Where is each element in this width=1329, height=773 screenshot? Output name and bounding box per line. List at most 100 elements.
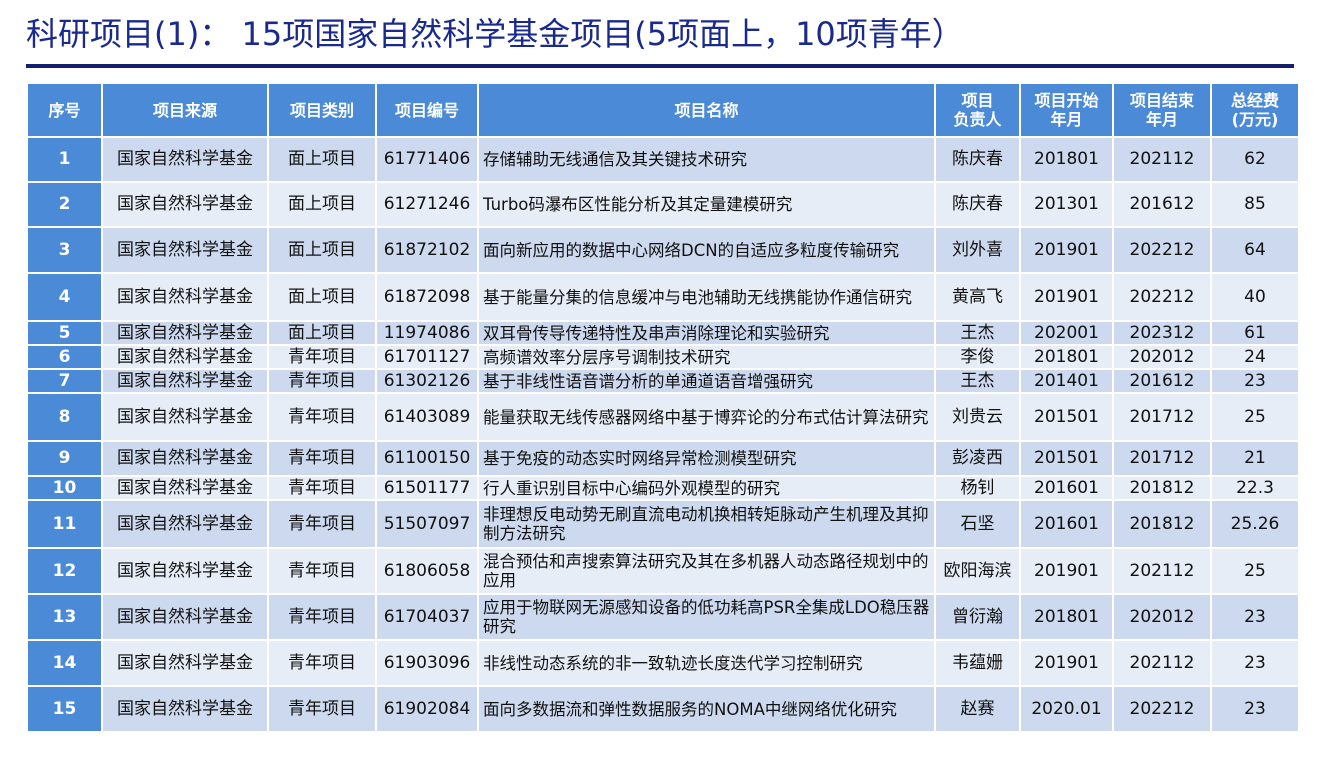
header-start-line1: 项目开始 bbox=[1034, 91, 1099, 110]
cell-source: 国家自然科学基金 bbox=[103, 501, 267, 547]
table-body: 1 国家自然科学基金 面上项目 61771406 存储辅助无线通信及其关键技术研究 陈庆春… bbox=[28, 138, 1298, 731]
table-row: 2 国家自然科学基金 面上项目 61271246 Turbo码瀑布区性能分析及其定量建模… bbox=[28, 183, 1298, 226]
cell-name: 存储辅助无线通信及其关键技术研究 bbox=[479, 138, 934, 181]
table-row: 15 国家自然科学基金 青年项目 61902084 面向多数据流和弹性数据服务的NOMA… bbox=[28, 687, 1298, 731]
header-end-line1: 项目结束 bbox=[1129, 91, 1194, 110]
cell-seq: 12 bbox=[28, 549, 101, 593]
cell-start: 201601 bbox=[1021, 477, 1112, 499]
cell-source: 国家自然科学基金 bbox=[103, 442, 267, 475]
cell-fund: 24 bbox=[1212, 346, 1298, 368]
cell-name: 非理想反电动势无刷直流电动机换相转矩脉动产生机理及其抑制方法研究 bbox=[479, 501, 934, 547]
cell-code: 61704037 bbox=[377, 595, 477, 639]
cell-category: 面上项目 bbox=[269, 228, 375, 272]
table-row: 8 国家自然科学基金 青年项目 61403089 能量获取无线传感器网络中基于博弈论的分… bbox=[28, 394, 1298, 440]
cell-end: 202112 bbox=[1114, 641, 1210, 685]
cell-start: 201901 bbox=[1021, 228, 1112, 272]
cell-start: 201601 bbox=[1021, 501, 1112, 547]
cell-category: 青年项目 bbox=[269, 442, 375, 475]
cell-fund: 23 bbox=[1212, 687, 1298, 731]
cell-start: 201901 bbox=[1021, 641, 1112, 685]
table-row: 11 国家自然科学基金 青年项目 51507097 非理想反电动势无刷直流电动机换相转矩… bbox=[28, 501, 1298, 547]
cell-seq: 3 bbox=[28, 228, 101, 272]
cell-name: Turbo码瀑布区性能分析及其定量建模研究 bbox=[479, 183, 934, 226]
cell-leader: 陈庆春 bbox=[936, 138, 1019, 181]
header-fund: 总经费 (万元) bbox=[1212, 84, 1298, 136]
cell-start: 201901 bbox=[1021, 274, 1112, 320]
cell-source: 国家自然科学基金 bbox=[103, 183, 267, 226]
cell-source: 国家自然科学基金 bbox=[103, 346, 267, 368]
cell-fund: 85 bbox=[1212, 183, 1298, 226]
cell-end: 202012 bbox=[1114, 346, 1210, 368]
cell-leader: 刘贵云 bbox=[936, 394, 1019, 440]
cell-source: 国家自然科学基金 bbox=[103, 549, 267, 593]
cell-category: 青年项目 bbox=[269, 370, 375, 392]
cell-code: 61903096 bbox=[377, 641, 477, 685]
cell-start: 201301 bbox=[1021, 183, 1112, 226]
cell-end: 202112 bbox=[1114, 549, 1210, 593]
cell-source: 国家自然科学基金 bbox=[103, 641, 267, 685]
cell-category: 青年项目 bbox=[269, 394, 375, 440]
cell-code: 11974086 bbox=[377, 322, 477, 344]
header-seq: 序号 bbox=[28, 84, 101, 136]
cell-end: 202312 bbox=[1114, 322, 1210, 344]
cell-code: 61403089 bbox=[377, 394, 477, 440]
cell-name: 高频谱效率分层序号调制技术研究 bbox=[479, 346, 934, 368]
cell-end: 202212 bbox=[1114, 687, 1210, 731]
cell-end: 202112 bbox=[1114, 138, 1210, 181]
header-leader-line1: 项目 bbox=[961, 91, 994, 110]
cell-leader: 刘外喜 bbox=[936, 228, 1019, 272]
cell-code: 51507097 bbox=[377, 501, 477, 547]
cell-source: 国家自然科学基金 bbox=[103, 477, 267, 499]
cell-code: 61806058 bbox=[377, 549, 477, 593]
cell-fund: 61 bbox=[1212, 322, 1298, 344]
cell-seq: 5 bbox=[28, 322, 101, 344]
cell-start: 201501 bbox=[1021, 394, 1112, 440]
header-fund-line1: 总经费 bbox=[1230, 91, 1279, 110]
cell-category: 青年项目 bbox=[269, 477, 375, 499]
cell-leader: 李俊 bbox=[936, 346, 1019, 368]
cell-seq: 13 bbox=[28, 595, 101, 639]
header-end: 项目结束 年月 bbox=[1114, 84, 1210, 136]
cell-seq: 6 bbox=[28, 346, 101, 368]
table-row: 12 国家自然科学基金 青年项目 61806058 混合预估和声搜索算法研究及其在多机器… bbox=[28, 549, 1298, 593]
cell-fund: 64 bbox=[1212, 228, 1298, 272]
header-fund-line2: (万元) bbox=[1231, 110, 1279, 129]
header-end-line2: 年月 bbox=[1145, 110, 1178, 129]
cell-seq: 8 bbox=[28, 394, 101, 440]
cell-leader: 彭凌西 bbox=[936, 442, 1019, 475]
cell-category: 青年项目 bbox=[269, 346, 375, 368]
cell-start: 201801 bbox=[1021, 346, 1112, 368]
cell-fund: 25 bbox=[1212, 549, 1298, 593]
cell-leader: 杨钊 bbox=[936, 477, 1019, 499]
table-header-row: 序号 项目来源 项目类别 项目编号 项目名称 项目 负责人 项目开始 年月 项目… bbox=[28, 84, 1298, 136]
cell-fund: 62 bbox=[1212, 138, 1298, 181]
cell-name: 混合预估和声搜索算法研究及其在多机器人动态路径规划中的应用 bbox=[479, 549, 934, 593]
cell-leader: 石坚 bbox=[936, 501, 1019, 547]
header-category: 项目类别 bbox=[269, 84, 375, 136]
table-row: 10 国家自然科学基金 青年项目 61501177 行人重识别目标中心编码外观模型的研究… bbox=[28, 477, 1298, 499]
cell-start: 201901 bbox=[1021, 549, 1112, 593]
cell-seq: 2 bbox=[28, 183, 101, 226]
header-source: 项目来源 bbox=[103, 84, 267, 136]
cell-seq: 9 bbox=[28, 442, 101, 475]
cell-seq: 15 bbox=[28, 687, 101, 731]
cell-seq: 4 bbox=[28, 274, 101, 320]
cell-seq: 14 bbox=[28, 641, 101, 685]
cell-category: 青年项目 bbox=[269, 501, 375, 547]
cell-source: 国家自然科学基金 bbox=[103, 322, 267, 344]
cell-fund: 23 bbox=[1212, 370, 1298, 392]
cell-leader: 韦蕴姗 bbox=[936, 641, 1019, 685]
header-leader: 项目 负责人 bbox=[936, 84, 1019, 136]
cell-seq: 7 bbox=[28, 370, 101, 392]
cell-end: 201812 bbox=[1114, 477, 1210, 499]
cell-category: 青年项目 bbox=[269, 595, 375, 639]
cell-code: 61872102 bbox=[377, 228, 477, 272]
cell-start: 2020.01 bbox=[1021, 687, 1112, 731]
table-row: 9 国家自然科学基金 青年项目 61100150 基于免疫的动态实时网络异常检测模型研究… bbox=[28, 442, 1298, 475]
cell-code: 61771406 bbox=[377, 138, 477, 181]
cell-category: 面上项目 bbox=[269, 322, 375, 344]
cell-name: 双耳骨传导传递特性及串声消除理论和实验研究 bbox=[479, 322, 934, 344]
cell-fund: 22.3 bbox=[1212, 477, 1298, 499]
cell-source: 国家自然科学基金 bbox=[103, 687, 267, 731]
table-row: 7 国家自然科学基金 青年项目 61302126 基于非线性语音谱分析的单通道语音增强研… bbox=[28, 370, 1298, 392]
